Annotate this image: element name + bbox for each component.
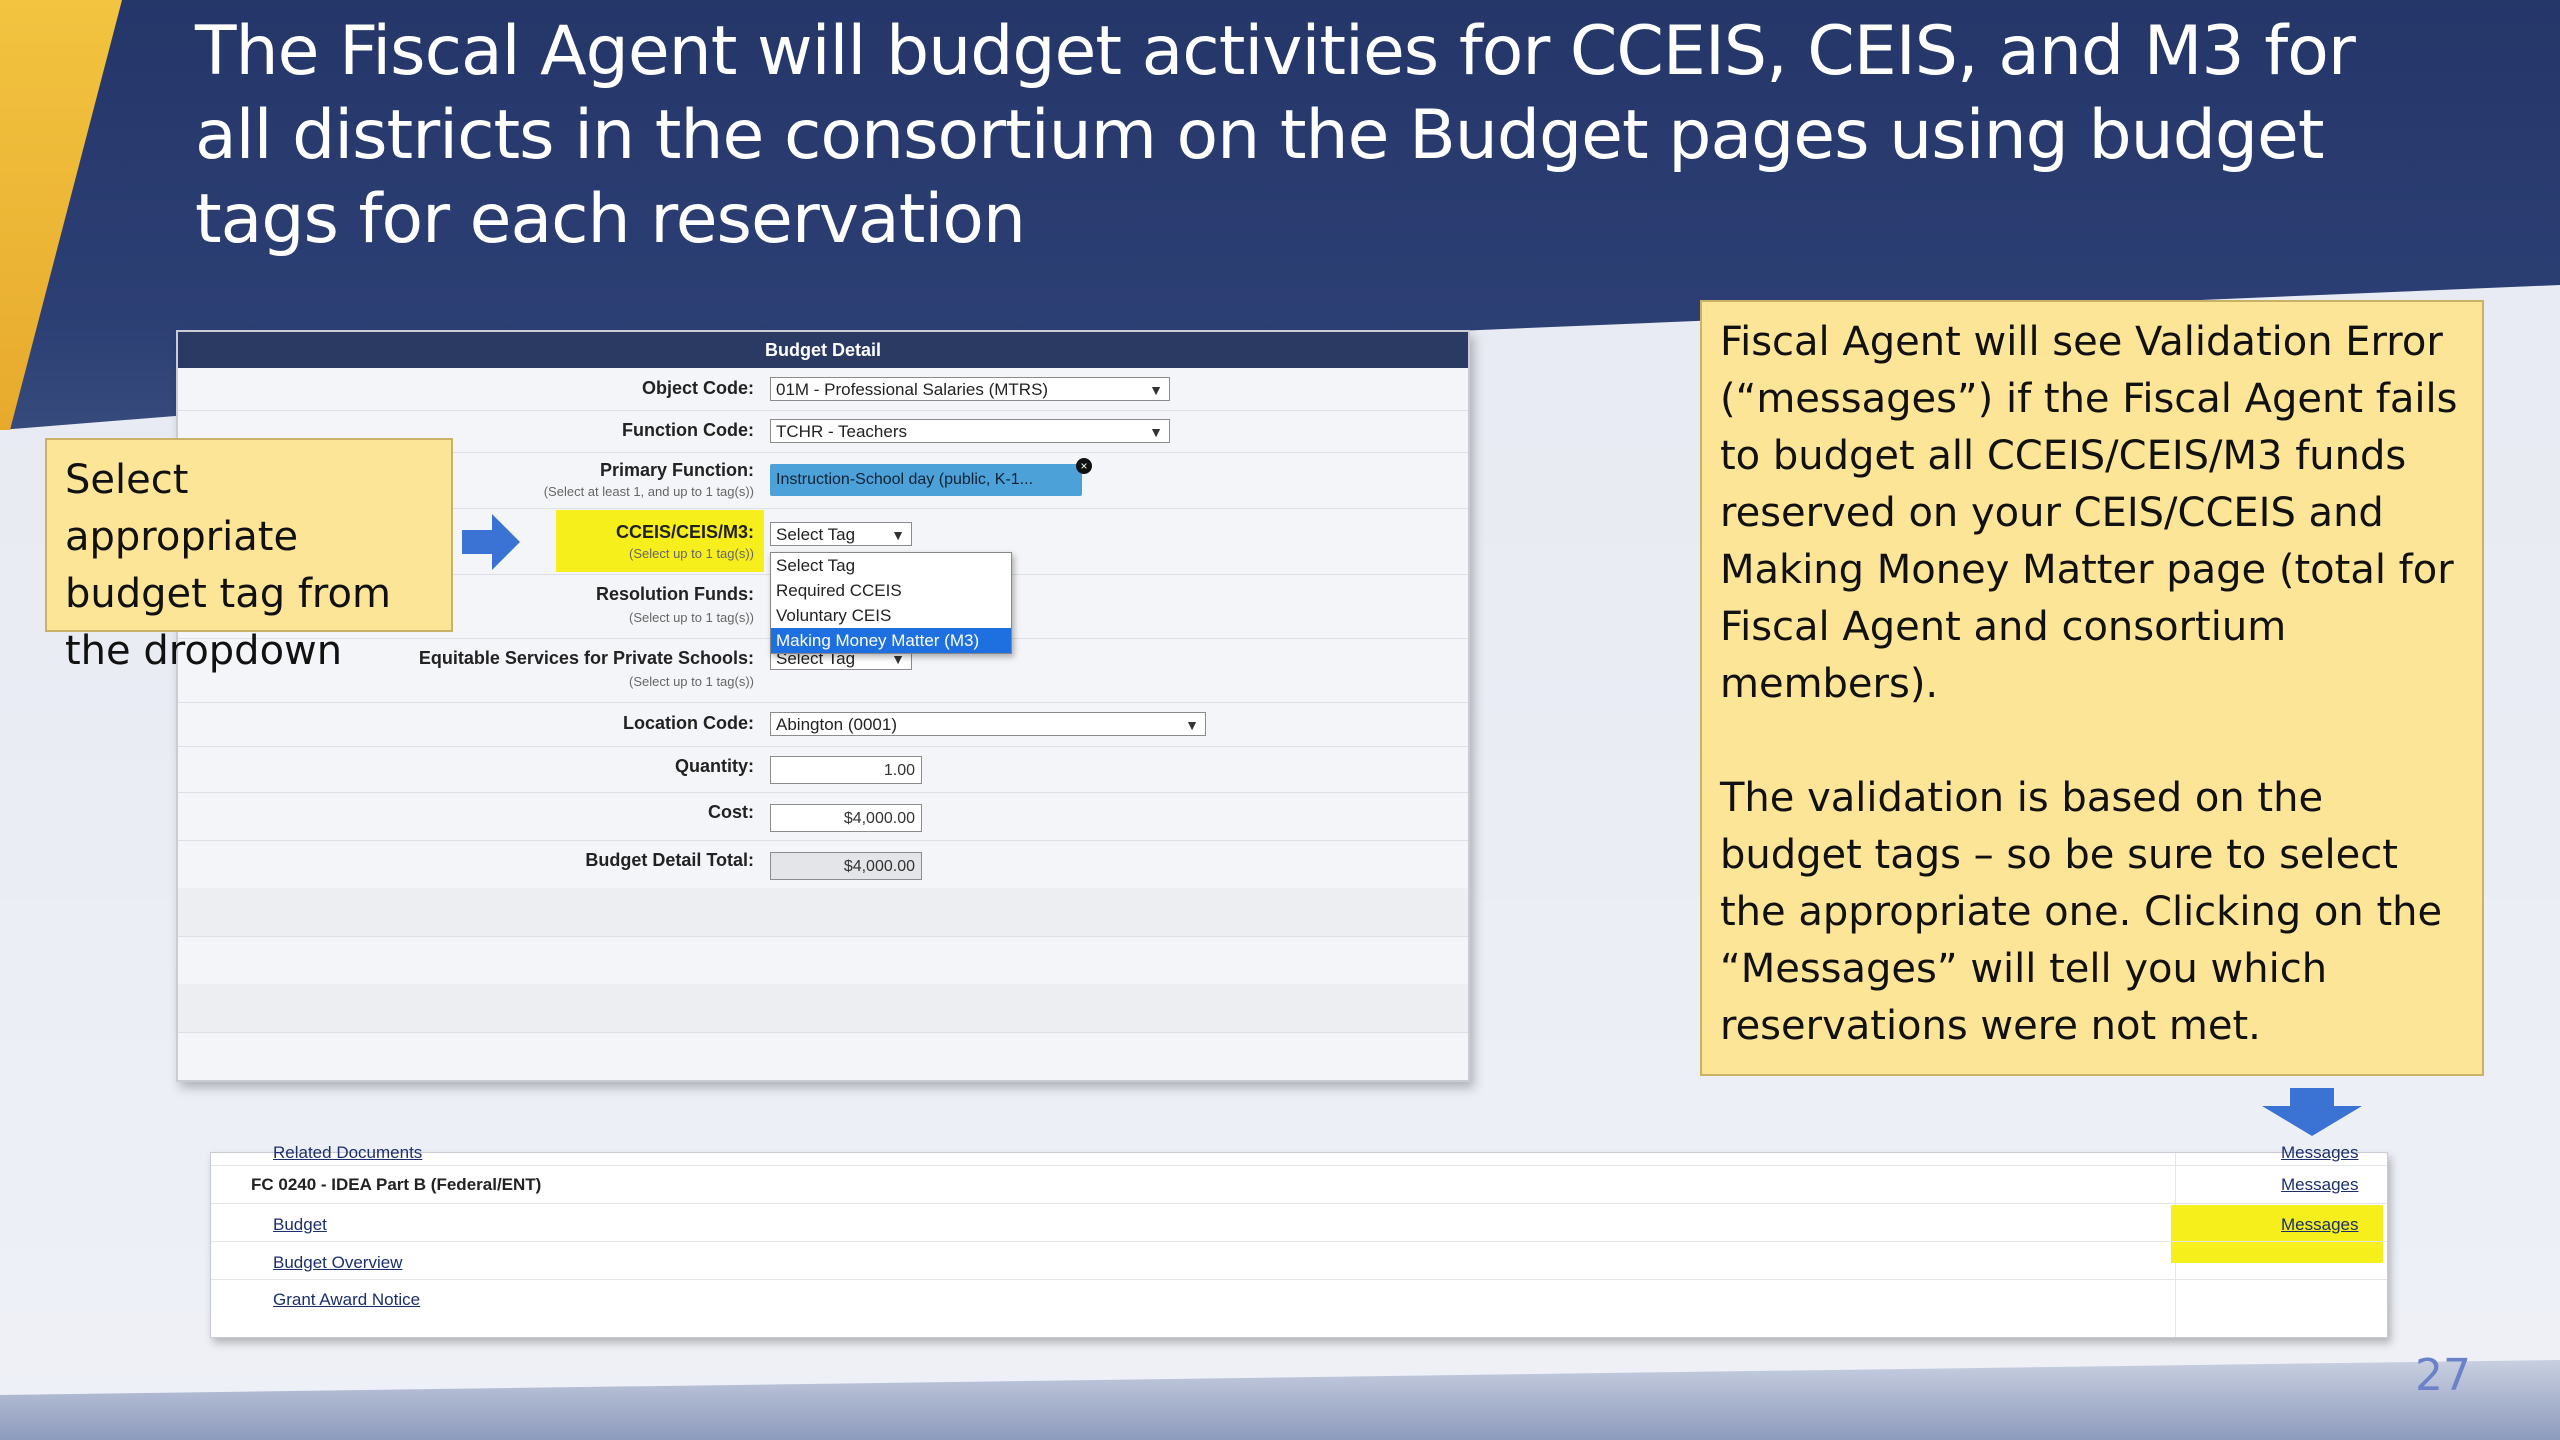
quantity-row: Quantity: 1.00 [178, 746, 1468, 793]
cost-label: Cost: [708, 802, 754, 822]
budget-overview-link[interactable]: Budget Overview [273, 1253, 402, 1273]
budget-detail-header: Budget Detail [178, 332, 1468, 368]
location-code-select[interactable]: Abington (0001) ▼ [770, 712, 1206, 736]
nav-row: Grant Award Notice [211, 1279, 2387, 1317]
budget-total-value: $4,000.00 [770, 852, 922, 880]
callout-validation-info: Fiscal Agent will see Validation Error (… [1700, 300, 2484, 1076]
chevron-down-icon: ▼ [1149, 382, 1163, 398]
function-code-label: Function Code: [622, 420, 754, 440]
nav-row: Budget Messages [211, 1203, 2387, 1242]
quantity-label: Quantity: [675, 756, 754, 776]
dropdown-option[interactable]: Voluntary CEIS [771, 603, 1011, 628]
quantity-input[interactable]: 1.00 [770, 756, 922, 784]
cceis-label: CCEIS/CEIS/M3: [615, 522, 754, 542]
cceis-select[interactable]: Select Tag ▼ [770, 522, 912, 546]
equitable-services-hint: (Select up to 1 tag(s)) [629, 674, 754, 689]
related-documents-link[interactable]: Related Documents [273, 1143, 422, 1163]
fund-title: FC 0240 - IDEA Part B (Federal/ENT) [251, 1175, 542, 1194]
empty-row [178, 888, 1468, 937]
dropdown-option[interactable]: Select Tag [771, 553, 1011, 578]
nav-row: Related Documents Messages [211, 1141, 2387, 1166]
object-code-row: Object Code: 01M - Professional Salaries… [178, 368, 1468, 411]
callout-select-tag: Select appropriate budget tag from the d… [45, 438, 453, 674]
empty-row [178, 984, 1468, 1033]
budget-link[interactable]: Budget [273, 1215, 327, 1235]
primary-function-hint: (Select at least 1, and up to 1 tag(s)) [543, 484, 754, 499]
slide-title: The Fiscal Agent will budget activities … [195, 12, 2356, 259]
primary-function-label: Primary Function: [599, 460, 754, 480]
grant-nav-panel: Related Documents Messages FC 0240 - IDE… [210, 1143, 2388, 1338]
remove-chip-icon[interactable]: × [1076, 458, 1092, 474]
nav-row: FC 0240 - IDEA Part B (Federal/ENT) Mess… [211, 1165, 2387, 1204]
equitable-services-label: Equitable Services for Private Schools: [418, 648, 754, 668]
chevron-down-icon: ▼ [891, 527, 905, 543]
function-code-select[interactable]: TCHR - Teachers ▼ [770, 419, 1170, 443]
cceis-dropdown-list: Select Tag Required CCEIS Voluntary CEIS… [770, 552, 1012, 654]
page-number: 27 [2415, 1350, 2471, 1401]
budget-total-label: Budget Detail Total: [585, 850, 754, 870]
grant-award-notice-link[interactable]: Grant Award Notice [273, 1290, 420, 1310]
resolution-funds-hint: (Select up to 1 tag(s)) [629, 610, 754, 625]
messages-link[interactable]: Messages [2281, 1143, 2358, 1163]
down-arrow-icon [2262, 1088, 2362, 1136]
cost-row: Cost: $4,000.00 [178, 792, 1468, 841]
primary-function-chip[interactable]: Instruction-School day (public, K-1... [770, 464, 1082, 496]
callout-paragraph: Fiscal Agent will see Validation Error (… [1720, 319, 2458, 707]
chevron-down-icon: ▼ [1149, 424, 1163, 440]
messages-link[interactable]: Messages [2281, 1175, 2358, 1195]
nav-row: Budget Overview [211, 1241, 2387, 1280]
cost-input[interactable]: $4,000.00 [770, 804, 922, 832]
budget-total-row: Budget Detail Total: $4,000.00 [178, 840, 1468, 889]
location-code-label: Location Code: [623, 713, 754, 733]
empty-row [178, 936, 1468, 985]
dropdown-option-selected[interactable]: Making Money Matter (M3) [771, 628, 1011, 653]
resolution-funds-label: Resolution Funds: [596, 584, 754, 604]
object-code-label: Object Code: [641, 378, 754, 398]
cceis-hint: (Select up to 1 tag(s)) [629, 546, 754, 561]
chevron-down-icon: ▼ [1185, 717, 1199, 733]
right-arrow-icon [462, 514, 520, 570]
dropdown-option[interactable]: Required CCEIS [771, 578, 1011, 603]
object-code-select[interactable]: 01M - Professional Salaries (MTRS) ▼ [770, 377, 1170, 401]
gold-accent-stripe [0, 0, 122, 430]
location-code-row: Location Code: Abington (0001) ▼ [178, 702, 1468, 747]
callout-paragraph: The validation is based on the budget ta… [1720, 775, 2443, 1049]
messages-link-highlighted[interactable]: Messages [2281, 1215, 2358, 1235]
